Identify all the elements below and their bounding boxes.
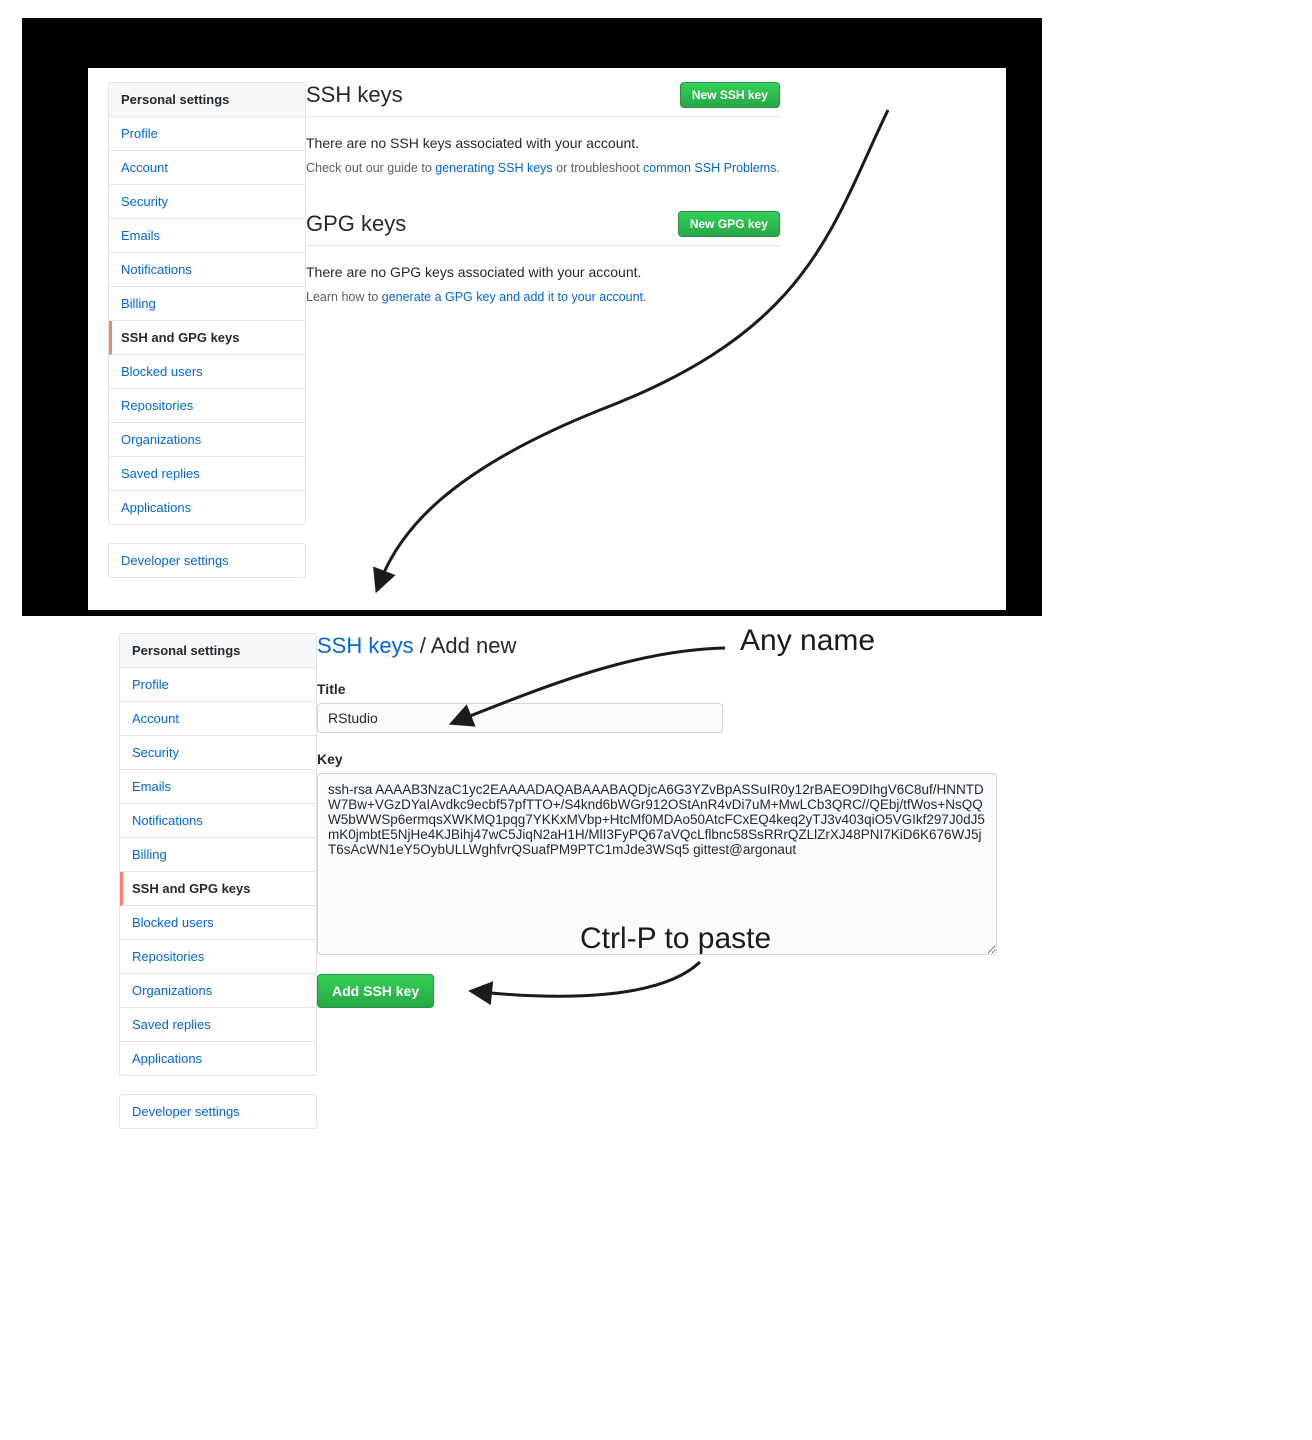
common-ssh-problems-link[interactable]: common SSH Problems: [643, 161, 776, 175]
gpg-section-header: GPG keys New GPG key: [306, 211, 780, 246]
sidebar-item-repositories-2[interactable]: Repositories: [120, 940, 316, 974]
sidebar-item-billing-2[interactable]: Billing: [120, 838, 316, 872]
gpg-hint: Learn how to generate a GPG key and add …: [306, 290, 780, 304]
ssh-hint: Check out our guide to generating SSH ke…: [306, 161, 780, 175]
generate-ssh-link[interactable]: generating SSH keys: [435, 161, 552, 175]
breadcrumb-add-new: Add new: [431, 633, 517, 658]
sidebar-item-applications[interactable]: Applications: [109, 491, 305, 524]
sidebar-nav: Personal settings Profile Account Securi…: [108, 82, 306, 525]
breadcrumb-ssh-keys[interactable]: SSH keys: [317, 633, 414, 658]
sidebar-item-emails-2[interactable]: Emails: [120, 770, 316, 804]
ssh-hint-post: .: [776, 161, 779, 175]
sidebar-item-repositories[interactable]: Repositories: [109, 389, 305, 423]
sidebar-item-saved-replies[interactable]: Saved replies: [109, 457, 305, 491]
sidebar-item-saved-replies-2[interactable]: Saved replies: [120, 1008, 316, 1042]
add-ssh-key-button[interactable]: Add SSH key: [317, 974, 434, 1008]
sidebar-item-applications-2[interactable]: Applications: [120, 1042, 316, 1075]
sidebar-item-blocked-2[interactable]: Blocked users: [120, 906, 316, 940]
key-textarea[interactable]: [317, 773, 997, 955]
developer-settings-box: Developer settings: [108, 543, 306, 578]
ssh-section-header: SSH keys New SSH key: [306, 82, 780, 117]
ssh-hint-pre: Check out our guide to: [306, 161, 435, 175]
key-label: Key: [317, 751, 997, 767]
sidebar-item-blocked[interactable]: Blocked users: [109, 355, 305, 389]
sidebar-item-organizations[interactable]: Organizations: [109, 423, 305, 457]
breadcrumb: SSH keys / Add new: [317, 633, 997, 659]
ssh-title: SSH keys: [306, 82, 403, 108]
sidebar-item-developer-settings[interactable]: Developer settings: [109, 544, 305, 577]
sidebar-item-profile-2[interactable]: Profile: [120, 668, 316, 702]
sidebar-item-security[interactable]: Security: [109, 185, 305, 219]
breadcrumb-sep: /: [414, 633, 431, 658]
sidebar-item-account-2[interactable]: Account: [120, 702, 316, 736]
gpg-empty-msg: There are no GPG keys associated with yo…: [306, 264, 780, 280]
title-label: Title: [317, 681, 997, 697]
sidebar-header-2: Personal settings: [120, 634, 316, 668]
sidebar-item-notifications[interactable]: Notifications: [109, 253, 305, 287]
sidebar-header: Personal settings: [109, 83, 305, 117]
developer-settings-box-2: Developer settings: [119, 1094, 317, 1129]
sidebar-item-ssh-gpg[interactable]: SSH and GPG keys: [109, 321, 305, 355]
settings-panel-top: Personal settings Profile Account Securi…: [88, 68, 1006, 610]
gpg-title: GPG keys: [306, 211, 406, 237]
new-gpg-key-button[interactable]: New GPG key: [678, 211, 780, 237]
sidebar-item-security-2[interactable]: Security: [120, 736, 316, 770]
sidebar-item-billing[interactable]: Billing: [109, 287, 305, 321]
settings-panel-bottom: Personal settings Profile Account Securi…: [113, 625, 1031, 1143]
sidebar-nav-2: Personal settings Profile Account Securi…: [119, 633, 317, 1076]
sidebar-item-ssh-gpg-2[interactable]: SSH and GPG keys: [120, 872, 316, 906]
new-ssh-key-button[interactable]: New SSH key: [680, 82, 780, 108]
sidebar-item-profile[interactable]: Profile: [109, 117, 305, 151]
ssh-hint-mid: or troubleshoot: [553, 161, 643, 175]
sidebar-item-developer-settings-2[interactable]: Developer settings: [120, 1095, 316, 1128]
gpg-hint-post: .: [643, 290, 646, 304]
sidebar-item-account[interactable]: Account: [109, 151, 305, 185]
ssh-empty-msg: There are no SSH keys associated with yo…: [306, 135, 780, 151]
gpg-hint-pre: Learn how to: [306, 290, 382, 304]
sidebar-item-notifications-2[interactable]: Notifications: [120, 804, 316, 838]
title-input[interactable]: [317, 703, 723, 733]
generate-gpg-link[interactable]: generate a GPG key and add it to your ac…: [382, 290, 643, 304]
sidebar-item-organizations-2[interactable]: Organizations: [120, 974, 316, 1008]
sidebar-item-emails[interactable]: Emails: [109, 219, 305, 253]
